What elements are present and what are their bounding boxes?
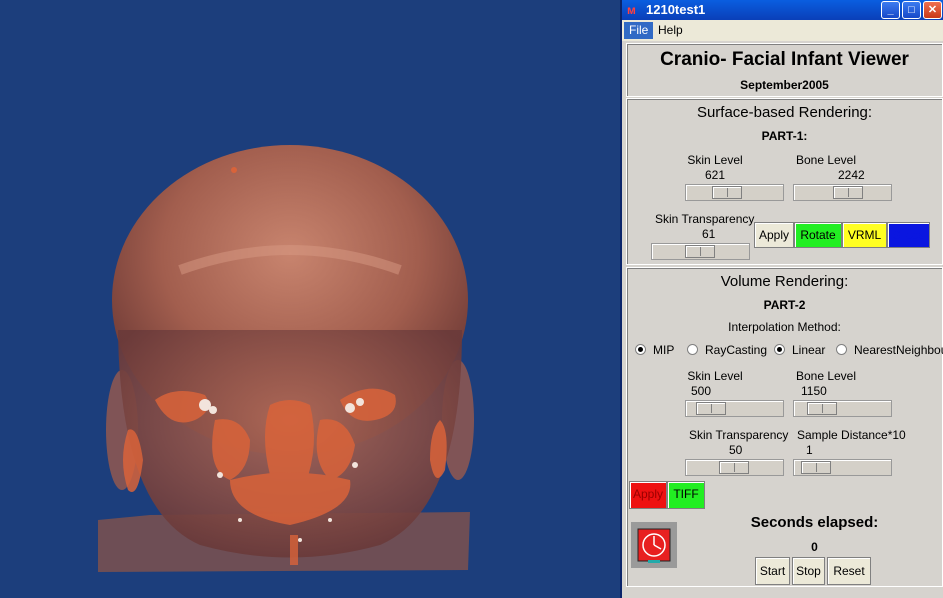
volume-skin-label: Skin Level <box>687 369 743 383</box>
radio-nearest-label: NearestNeighbour <box>854 343 943 357</box>
interpolation-label: Interpolation Method: <box>728 320 841 334</box>
reset-button[interactable]: Reset <box>827 557 871 585</box>
volume-rendering-panel: Volume Rendering: PART-2 Interpolation M… <box>626 267 943 587</box>
slider-thumb[interactable] <box>712 186 742 199</box>
menu-help[interactable]: Help <box>653 22 688 39</box>
surface-transparency-slider[interactable] <box>651 243 750 260</box>
slider-thumb[interactable] <box>685 245 715 258</box>
slider-thumb[interactable] <box>719 461 749 474</box>
slider-thumb[interactable] <box>833 186 863 199</box>
viewer-window: ᴍ 1210test1 _ □ ✕ File Help Cranio- Faci… <box>620 0 943 598</box>
maximize-button[interactable]: □ <box>902 1 921 19</box>
menu-file[interactable]: File <box>624 22 654 39</box>
radio-mip-label: MIP <box>653 343 675 357</box>
seconds-elapsed-value: 0 <box>811 540 818 554</box>
volume-apply-button[interactable]: Apply <box>629 481 667 509</box>
surface-bone-label: Bone Level <box>795 153 857 167</box>
volume-heading: Volume Rendering: <box>720 273 849 290</box>
radio-raycasting[interactable] <box>687 344 698 355</box>
volume-skin-value: 500 <box>691 384 712 398</box>
menu-bar: File Help <box>622 20 943 41</box>
rotate-button[interactable]: Rotate <box>794 222 842 248</box>
slider-thumb[interactable] <box>807 402 837 415</box>
app-date: September2005 <box>740 78 829 92</box>
render-viewport[interactable] <box>0 0 620 598</box>
surface-skin-label: Skin Level <box>687 153 743 167</box>
infant-skull-render <box>98 145 474 572</box>
volume-bone-value: 1150 <box>801 384 827 398</box>
app-title: Cranio- Facial Infant Viewer <box>660 49 909 70</box>
volume-part-label: PART-2 <box>763 298 806 312</box>
volume-transparency-value: 50 <box>729 443 743 457</box>
sample-distance-slider[interactable] <box>793 459 892 476</box>
slider-thumb[interactable] <box>801 461 831 474</box>
seconds-elapsed-heading: Seconds elapsed: <box>750 514 879 531</box>
radio-linear[interactable] <box>774 344 785 355</box>
surface-bone-slider[interactable] <box>793 184 892 201</box>
volume-bone-label: Bone Level <box>795 369 857 383</box>
surface-rendering-panel: Surface-based Rendering: PART-1: Skin Le… <box>626 98 943 265</box>
slices-button[interactable]: Slices <box>887 222 930 248</box>
tiff-button[interactable]: TIFF <box>667 481 705 509</box>
surface-bone-value: 2242 <box>838 168 865 182</box>
window-title: 1210test1 <box>646 2 706 17</box>
volume-skin-slider[interactable] <box>685 400 784 417</box>
slider-thumb[interactable] <box>696 402 726 415</box>
matlab-logo-icon: ᴍ <box>627 3 636 17</box>
header-panel: Cranio- Facial Infant Viewer September20… <box>626 43 943 97</box>
close-button[interactable]: ✕ <box>923 1 942 19</box>
radio-nearest[interactable] <box>836 344 847 355</box>
sample-distance-value: 1 <box>806 443 813 457</box>
volume-transparency-slider[interactable] <box>685 459 784 476</box>
start-button[interactable]: Start <box>755 557 790 585</box>
surface-transparency-label: Skin Transparency <box>655 212 755 226</box>
sample-distance-label: Sample Distance*10 <box>797 428 906 442</box>
surface-transparency-value: 61 <box>702 227 716 241</box>
surface-skin-slider[interactable] <box>685 184 784 201</box>
minimize-button[interactable]: _ <box>881 1 900 19</box>
timer-clock-icon <box>631 522 677 568</box>
title-bar[interactable]: ᴍ 1210test1 _ □ ✕ <box>622 0 943 20</box>
surface-apply-button[interactable]: Apply <box>754 222 794 248</box>
surface-skin-value: 621 <box>704 168 726 182</box>
stop-button[interactable]: Stop <box>792 557 825 585</box>
vrml-button[interactable]: VRML <box>842 222 887 248</box>
clock-icon <box>637 528 671 563</box>
radio-linear-label: Linear <box>792 343 826 357</box>
radio-raycasting-label: RayCasting <box>705 343 768 357</box>
volume-bone-slider[interactable] <box>793 400 892 417</box>
volume-transparency-label: Skin Transparency <box>689 428 789 442</box>
radio-mip[interactable] <box>635 344 646 355</box>
surface-heading: Surface-based Rendering: <box>696 104 873 121</box>
surface-part-label: PART-1: <box>761 129 808 143</box>
